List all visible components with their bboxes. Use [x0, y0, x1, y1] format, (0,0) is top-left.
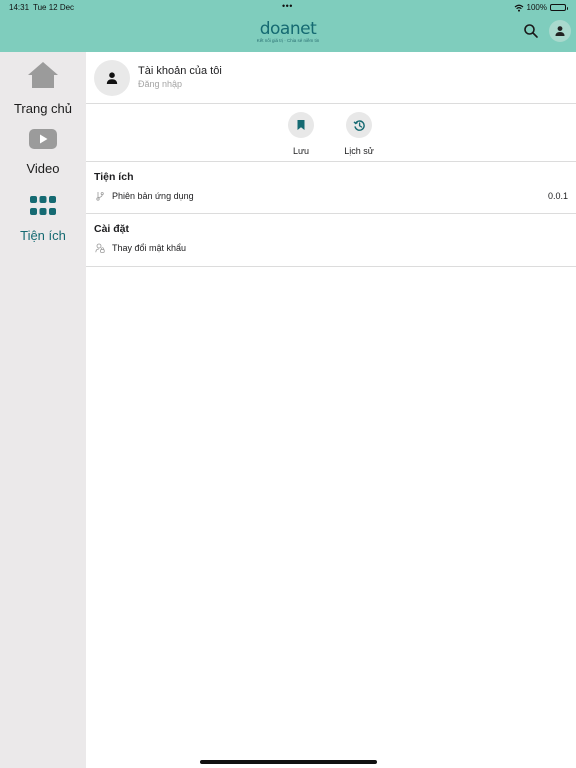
account-title: Tài khoản của tôi [138, 65, 222, 77]
login-link[interactable]: Đăng nhập [138, 79, 182, 89]
sidebar: Trang chủ Video Tiện ích [0, 52, 86, 768]
sidebar-item-video[interactable]: Video [0, 128, 86, 176]
user-lock-icon [95, 243, 105, 253]
multitasking-dots[interactable]: ••• [282, 1, 293, 11]
status-time: 14:31 [9, 3, 30, 12]
row-label: Thay đổi mật khẩu [112, 243, 187, 253]
settings-section: Cài đặt Thay đổi mật khẩu [86, 214, 576, 267]
app-logo[interactable]: doanet Kết nối giá trị · Chia sẻ niềm ti… [250, 20, 326, 44]
user-icon [555, 26, 565, 36]
sidebar-item-home[interactable]: Trang chủ [0, 60, 86, 116]
account-button[interactable] [549, 20, 571, 42]
row-label: Phiên bản ứng dụng [112, 191, 194, 201]
main-content: Tài khoản của tôi Đăng nhập Lưu Lịch sử [86, 52, 576, 768]
sidebar-item-label: Tiện ích [20, 228, 66, 243]
sidebar-item-label: Video [26, 161, 60, 176]
user-icon [106, 72, 118, 84]
avatar [94, 60, 130, 96]
logo-text: doanet [259, 19, 317, 39]
section-title: Tiện ích [94, 171, 134, 183]
history-icon-circle [346, 112, 372, 138]
quick-actions: Lưu Lịch sử [86, 104, 576, 162]
section-title: Cài đặt [94, 223, 130, 235]
saved-button[interactable]: Lưu [281, 112, 321, 156]
logo-tagline: Kết nối giá trị · Chia sẻ niềm tin [256, 38, 320, 43]
bookmark-icon [297, 120, 305, 130]
home-icon [28, 62, 58, 88]
app-version-row[interactable]: Phiên bản ứng dụng 0.0.1 [86, 188, 576, 206]
grid-icon [30, 196, 56, 215]
status-right: 100% [514, 3, 568, 12]
account-row[interactable]: Tài khoản của tôi Đăng nhập [86, 52, 576, 104]
utilities-section: Tiện ích Phiên bản ứng dụng 0.0.1 [86, 162, 576, 214]
status-date: Tue 12 Dec [33, 3, 75, 12]
status-bar: 14:31 Tue 12 Dec ••• 100% [0, 0, 576, 14]
wifi-icon [514, 4, 523, 12]
app-header: doanet Kết nối giá trị · Chia sẻ niềm ti… [0, 14, 576, 52]
battery-percent: 100% [526, 3, 547, 12]
search-icon [524, 24, 538, 38]
history-button[interactable]: Lịch sử [339, 112, 379, 156]
history-label: Lịch sử [344, 146, 374, 156]
saved-icon-circle [288, 112, 314, 138]
sidebar-item-label: Trang chủ [13, 101, 73, 116]
app-version-value: 0.0.1 [547, 191, 568, 201]
change-password-row[interactable]: Thay đổi mật khẩu [86, 240, 576, 258]
video-icon [29, 129, 57, 149]
search-button[interactable] [522, 22, 540, 40]
saved-label: Lưu [292, 146, 310, 156]
sidebar-item-utilities[interactable]: Tiện ích [0, 195, 86, 243]
branch-icon [96, 192, 104, 201]
history-icon [353, 119, 365, 131]
home-indicator[interactable] [200, 760, 377, 764]
battery-icon [550, 4, 568, 11]
